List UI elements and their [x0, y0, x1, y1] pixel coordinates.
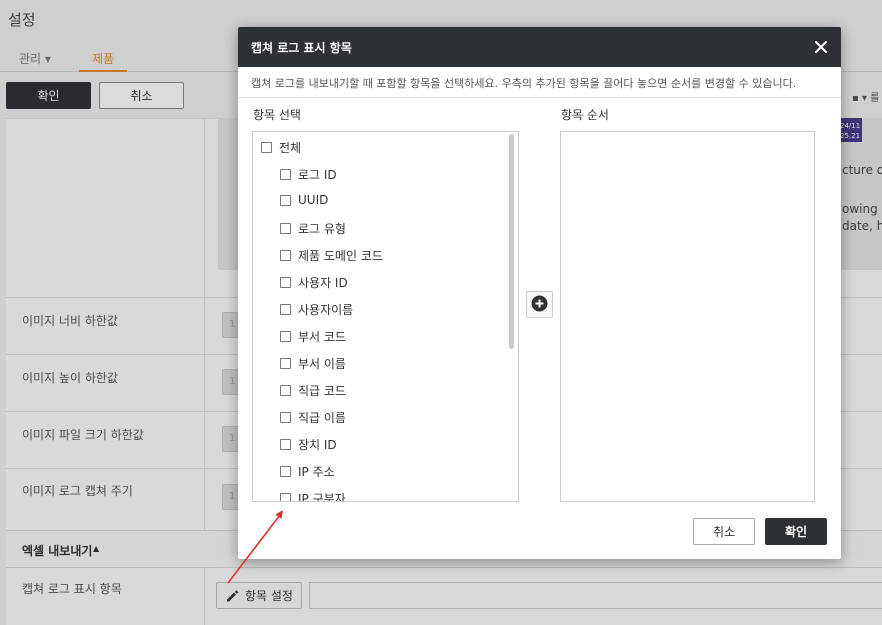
checkbox-item[interactable]: 로그 ID	[280, 166, 337, 183]
checkbox-item[interactable]: 제품 도메인 코드	[280, 247, 383, 264]
checkbox-icon[interactable]	[280, 466, 291, 477]
checkbox-item[interactable]: 부서 코드	[280, 328, 346, 345]
checkbox-label: 로그 유형	[298, 222, 346, 236]
checkbox-item[interactable]: 부서 이름	[280, 355, 346, 372]
checkbox-label: 부서 코드	[298, 330, 346, 344]
checkbox-item[interactable]: 로그 유형	[280, 220, 346, 237]
dialog-header: 캡쳐 로그 표시 항목	[238, 27, 841, 67]
checkbox-item[interactable]: 직급 이름	[280, 409, 346, 426]
checkbox-label: UUID	[298, 193, 329, 207]
checkbox-icon[interactable]	[280, 277, 291, 288]
plus-circle-icon	[531, 295, 548, 315]
dialog-description: 캡쳐 로그를 내보내기할 때 포함할 항목을 선택하세요. 우측의 추가된 항목…	[251, 77, 797, 90]
checkbox-icon[interactable]	[280, 439, 291, 450]
checkbox-icon[interactable]	[280, 331, 291, 342]
checkbox-item[interactable]: 장치 ID	[280, 436, 337, 453]
checkbox-item[interactable]: IP 구분자	[280, 490, 346, 502]
checkbox-label: 장치 ID	[298, 438, 337, 452]
checkbox-icon[interactable]	[280, 304, 291, 315]
checkbox-icon[interactable]	[280, 358, 291, 369]
capture-log-items-dialog: 캡쳐 로그 표시 항목 캡쳐 로그를 내보내기할 때 포함할 항목을 선택하세요…	[238, 27, 841, 559]
checkbox-label: IP 주소	[298, 465, 335, 479]
item-order-title: 항목 순서	[561, 108, 609, 122]
checkbox-item[interactable]: UUID	[280, 193, 328, 207]
checkbox-icon[interactable]	[280, 412, 291, 423]
checkbox-label: 사용자이름	[298, 303, 354, 317]
dialog-cancel-button[interactable]: 취소	[693, 518, 755, 545]
checkbox-item[interactable]: IP 주소	[280, 463, 335, 480]
dialog-title: 캡쳐 로그 표시 항목	[251, 41, 352, 55]
checkbox-label: 직급 이름	[298, 411, 346, 425]
checkbox-icon[interactable]	[280, 169, 291, 180]
close-icon[interactable]	[812, 38, 830, 56]
checkbox-label: 사용자 ID	[298, 276, 348, 290]
checkbox-icon[interactable]	[280, 493, 291, 501]
checkbox-icon[interactable]	[280, 250, 291, 261]
list-scrollbar[interactable]	[509, 134, 514, 349]
checkbox-icon[interactable]	[261, 142, 272, 153]
item-order-list[interactable]	[560, 131, 815, 502]
item-select-list[interactable]: 전체 로그 ID UUID 로그 유형 제품 도메인 코드 사용자 ID 사용자…	[252, 131, 519, 502]
add-item-button[interactable]	[526, 291, 553, 318]
checkbox-icon[interactable]	[280, 223, 291, 234]
checkbox-label: 로그 ID	[298, 168, 337, 182]
checkbox-label: 제품 도메인 코드	[298, 249, 383, 263]
checkbox-item[interactable]: 사용자 ID	[280, 274, 348, 291]
checkbox-item[interactable]: 사용자이름	[280, 301, 353, 318]
dialog-ok-button[interactable]: 확인	[765, 518, 827, 545]
checkbox-item[interactable]: 직급 코드	[280, 382, 346, 399]
checkbox-icon[interactable]	[280, 385, 291, 396]
checkbox-icon[interactable]	[280, 194, 291, 206]
item-select-title: 항목 선택	[253, 108, 301, 122]
checkbox-label: 부서 이름	[298, 357, 346, 371]
checkbox-label: IP 구분자	[298, 492, 346, 502]
checkbox-label: 전체	[279, 141, 302, 155]
divider	[238, 97, 841, 98]
checkbox-label: 직급 코드	[298, 384, 346, 398]
checkbox-all[interactable]: 전체	[261, 139, 301, 156]
